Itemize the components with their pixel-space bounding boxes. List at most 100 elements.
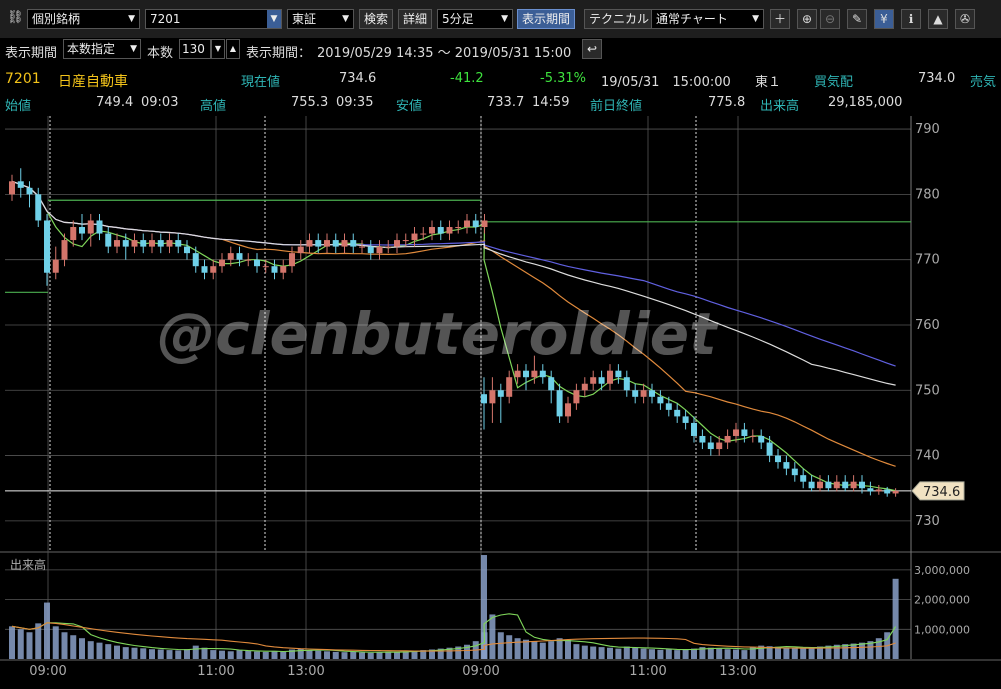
candle-body: [262, 266, 269, 268]
x-tick-label: 13:00: [719, 664, 756, 679]
yen-icon[interactable]: ¥: [874, 9, 894, 29]
interval-select-value: 5分足: [442, 12, 474, 26]
volume-bar: [791, 647, 798, 659]
return-icon[interactable]: ↩: [582, 39, 602, 59]
y-tick-label: 790: [915, 122, 940, 137]
mode-select[interactable]: 個別銘柄 ▼: [27, 9, 140, 29]
volume-bar: [192, 645, 199, 659]
volume-bar: [306, 650, 313, 659]
volume-bar: [61, 632, 68, 659]
candle-body: [472, 220, 479, 228]
volume-bar: [724, 649, 731, 659]
volume-bar: [741, 650, 748, 659]
volume-tick-label: 3,000,000: [914, 564, 970, 577]
zoom-in-icon[interactable]: ⊕: [797, 9, 817, 29]
candle-body: [749, 435, 756, 437]
volume-bar: [539, 642, 546, 659]
candle-body: [833, 481, 840, 489]
candle-body: [497, 390, 504, 397]
technical-button[interactable]: テクニカル: [584, 9, 655, 29]
candle-body: [758, 435, 765, 443]
volume-bar: [682, 649, 689, 659]
volume-bar: [623, 646, 630, 659]
volume-bar: [114, 645, 120, 659]
detail-button[interactable]: 詳細: [398, 9, 433, 29]
chevron-down-icon: ▼: [128, 14, 135, 24]
volume-bar: [184, 649, 190, 659]
candle-body: [514, 370, 521, 378]
market-select[interactable]: 東証 ▼: [287, 9, 354, 29]
last-price-label: 734.6: [923, 485, 960, 500]
prev-close-value: 775.8: [708, 95, 746, 110]
chart-type-select-value: 通常チャート: [656, 12, 728, 26]
candle-body: [506, 377, 513, 397]
candle-body: [850, 481, 857, 489]
volume-bar: [707, 647, 714, 659]
area-chart-icon[interactable]: ▲: [928, 9, 948, 29]
period-mode-select[interactable]: 本数指定 ▼: [63, 39, 141, 59]
candle-body: [657, 396, 664, 404]
candle-body: [590, 377, 597, 384]
candle-body: [105, 233, 112, 247]
count-down-button[interactable]: ▼: [211, 39, 225, 59]
volume-bar: [514, 638, 521, 659]
x-tick-label: 13:00: [287, 664, 324, 679]
link-icon[interactable]: ⛓: [7, 10, 24, 25]
interval-select[interactable]: 5分足 ▼: [437, 9, 513, 29]
volume-bar: [808, 647, 815, 659]
info-icon[interactable]: ℹ: [901, 9, 921, 29]
x-tick-label: 11:00: [629, 664, 666, 679]
high-label: 高値: [200, 99, 227, 114]
candle-body: [489, 390, 496, 404]
candle-body: [429, 227, 435, 234]
candle-body: [350, 240, 357, 247]
candle-body: [149, 240, 155, 247]
x-tick-label: 09:00: [462, 664, 499, 679]
volume-bar: [615, 648, 622, 659]
volume-bar: [385, 651, 392, 659]
candle-body: [791, 468, 798, 476]
volume-bar: [581, 645, 588, 659]
volume-bar: [359, 652, 365, 659]
volume-bar: [859, 642, 865, 659]
current-value: 734.6: [339, 71, 377, 86]
candle-body: [464, 220, 470, 228]
count-input[interactable]: 130: [179, 39, 211, 59]
candle-body: [607, 370, 613, 384]
price-chart[interactable]: 730 740 750 760 770 780 790 1,000,000 2,000,000 3…: [0, 116, 1001, 689]
volume-bar: [149, 649, 155, 659]
period-toolbar: 表示期間 本数指定 ▼ 本数 130 ▼ ▲ 表示期間： 2019/05/29 1…: [0, 38, 1001, 62]
candle-body: [581, 383, 588, 391]
candle-body: [271, 266, 278, 273]
market-select-value: 東証: [292, 12, 317, 26]
chevron-down-icon[interactable]: ▼: [267, 10, 281, 28]
volume-bar: [280, 651, 287, 659]
candle-body: [892, 490, 899, 494]
candle-body: [26, 187, 33, 195]
count-up-button[interactable]: ▲: [226, 39, 240, 59]
volume-bar: [166, 650, 173, 659]
code-input[interactable]: 7201 ▼: [145, 9, 282, 29]
pencil-icon[interactable]: ✎: [847, 9, 867, 29]
candle-body: [598, 377, 605, 384]
candle-body: [184, 246, 190, 254]
volume-bar: [590, 646, 597, 659]
zoom-out-icon[interactable]: ⊖: [820, 9, 840, 29]
volume-bar: [219, 650, 225, 659]
count-label: 本数: [147, 46, 174, 61]
volume-bar: [52, 626, 59, 659]
volume-bar: [105, 644, 112, 659]
volume-bar: [548, 641, 555, 659]
period-button[interactable]: 表示期間: [517, 9, 576, 29]
candle-body: [691, 422, 697, 436]
chart-type-select[interactable]: 通常チャート ▼: [651, 9, 764, 29]
candle-body: [122, 240, 129, 247]
search-button[interactable]: 検索: [359, 9, 394, 29]
crosshair-icon[interactable]: ＋: [770, 9, 790, 29]
volume-value: 29,185,000: [828, 95, 903, 110]
wrench-icon[interactable]: ✇: [955, 9, 975, 29]
volume-bar: [236, 650, 243, 659]
candle-body: [531, 370, 538, 378]
volume-bar: [649, 649, 655, 659]
volume-bar: [674, 650, 681, 659]
